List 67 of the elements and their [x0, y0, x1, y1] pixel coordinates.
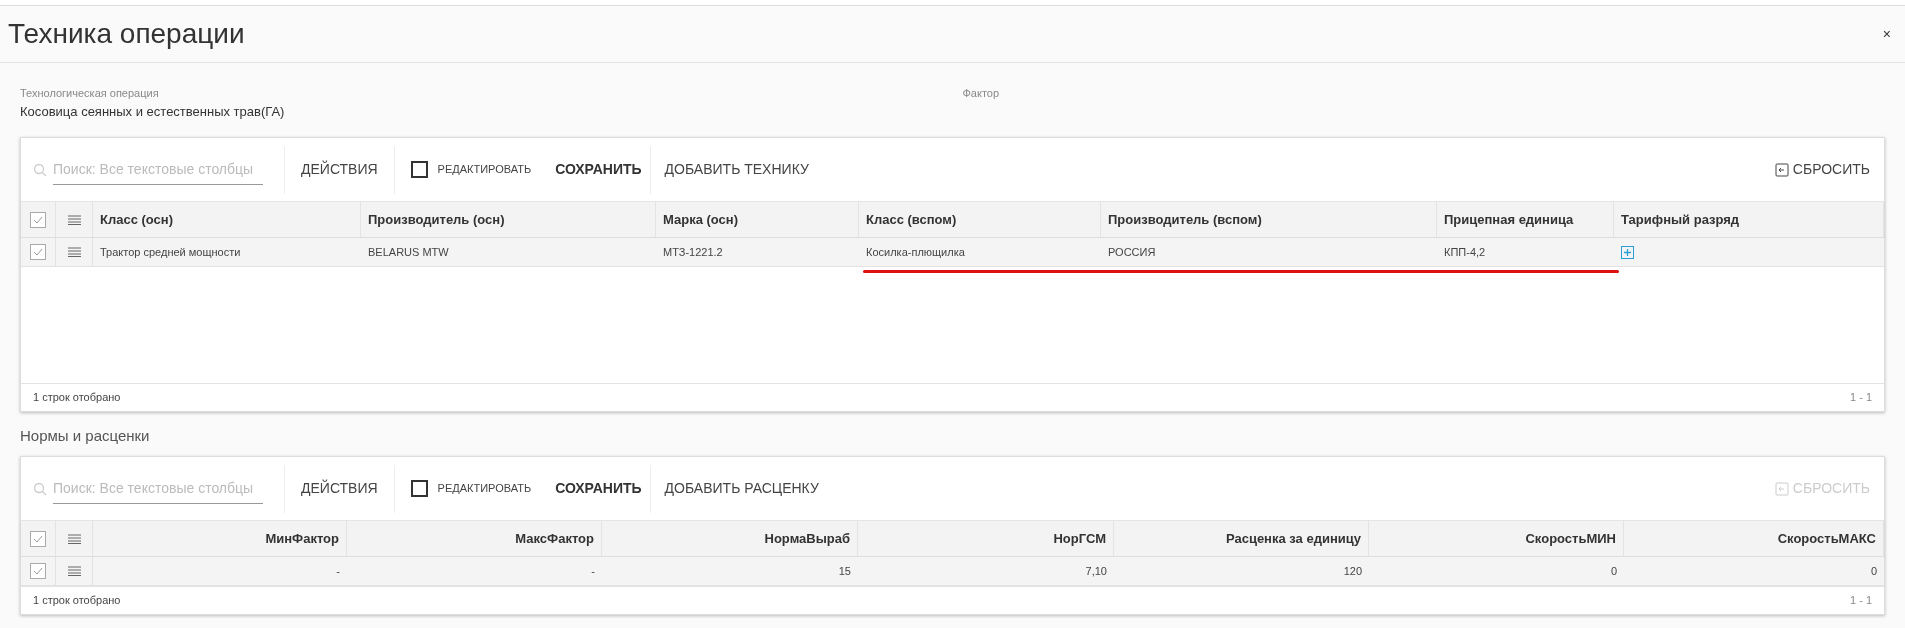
search-icon: [33, 481, 47, 496]
edit-checkbox[interactable]: [410, 161, 428, 178]
column-header[interactable]: Производитель (вспом): [1108, 209, 1262, 230]
field-label: Фактор: [962, 86, 1001, 101]
page-range: 1 - 1: [1850, 593, 1872, 609]
table-cell-text: BELARUS MTW: [368, 244, 449, 260]
check-icon: [33, 215, 43, 224]
edit-toggle[interactable]: РЕДАКТИРОВАТЬ: [394, 464, 548, 513]
column-header[interactable]: Класс (вспом): [866, 209, 957, 230]
menu-icon[interactable]: [67, 247, 81, 257]
table-cell-text: 15: [838, 563, 851, 579]
row-checkbox[interactable]: [30, 563, 46, 579]
field-label: Технологическая операция: [20, 86, 160, 101]
plus-icon[interactable]: [1621, 245, 1634, 259]
row-checkbox[interactable]: [30, 211, 46, 228]
reset-button[interactable]: СБРОСИТЬ: [1774, 159, 1872, 180]
column-header[interactable]: НормаВыраб: [764, 528, 850, 549]
page-range: 1 - 1: [1850, 390, 1872, 406]
edit-checkbox[interactable]: [410, 480, 428, 497]
table-cell-text: Косилка-плющилка: [866, 244, 965, 260]
column-header[interactable]: МинФактор: [265, 528, 339, 549]
table-cell-text: МТЗ-1221.2: [663, 244, 723, 260]
column-header[interactable]: Расценка за единицу: [1225, 528, 1361, 549]
column-header[interactable]: Тарифный разряд: [1621, 209, 1740, 230]
menu-icon[interactable]: [67, 533, 81, 544]
reset-icon: [1774, 481, 1789, 496]
close-button[interactable]: ×: [1882, 23, 1891, 45]
rows-count: 1 строк отобрано: [33, 593, 121, 609]
table-cell-text: Трактор средней мощности: [100, 244, 241, 260]
search-field[interactable]: Поиск: Все текстовые столбцы: [53, 473, 263, 504]
row-checkbox[interactable]: [30, 244, 46, 260]
table-cell-text: -: [336, 563, 340, 579]
table-cell-text: 120: [1343, 563, 1362, 579]
window-title: Техника операции: [8, 17, 245, 51]
table-cell-text: 7,10: [1085, 563, 1107, 579]
menu-icon[interactable]: [67, 214, 81, 225]
table-cell-text: 0: [1870, 563, 1877, 579]
column-header[interactable]: Марка (осн): [663, 209, 739, 230]
table-cell-text: -: [591, 563, 595, 579]
actions-button[interactable]: ДЕЙСТВИЯ: [285, 464, 395, 513]
column-header[interactable]: МаксФактор: [515, 528, 594, 549]
column-header[interactable]: СкоростьМИН: [1525, 528, 1616, 549]
search-field[interactable]: Поиск: Все текстовые столбцы: [53, 154, 263, 185]
save-button[interactable]: СОХРАНИТЬ: [547, 145, 651, 194]
row-checkbox[interactable]: [30, 530, 46, 547]
reset-icon: [1774, 162, 1789, 177]
table-cell-text: РОССИЯ: [1108, 244, 1156, 260]
column-header[interactable]: СкоростьМАКС: [1777, 528, 1876, 549]
actions-button[interactable]: ДЕЙСТВИЯ: [285, 145, 395, 194]
column-header[interactable]: Прицепная единица: [1444, 209, 1574, 230]
check-icon: [33, 534, 43, 543]
check-icon: [33, 567, 43, 575]
column-header[interactable]: Производитель (осн): [368, 209, 505, 230]
add-button[interactable]: ДОБАВИТЬ ТЕХНИКУ: [650, 145, 823, 194]
check-icon: [33, 248, 43, 256]
edit-toggle[interactable]: РЕДАКТИРОВАТЬ: [394, 145, 548, 194]
table-cell-text: 0: [1610, 563, 1617, 579]
add-button[interactable]: ДОБАВИТЬ РАСЦЕНКУ: [650, 464, 833, 513]
table-cell-text: КПП-4,2: [1444, 244, 1486, 260]
save-button[interactable]: СОХРАНИТЬ: [547, 464, 651, 513]
rows-count: 1 строк отобрано: [33, 390, 121, 406]
section-title: Нормы и расценки: [20, 425, 150, 446]
search-icon: [33, 162, 47, 177]
field-value: Косовица сеянных и естественных трав(ГА): [20, 102, 286, 121]
menu-icon[interactable]: [67, 566, 81, 576]
column-header[interactable]: Класс (осн): [100, 209, 173, 230]
column-header[interactable]: НорГСМ: [1053, 528, 1106, 549]
